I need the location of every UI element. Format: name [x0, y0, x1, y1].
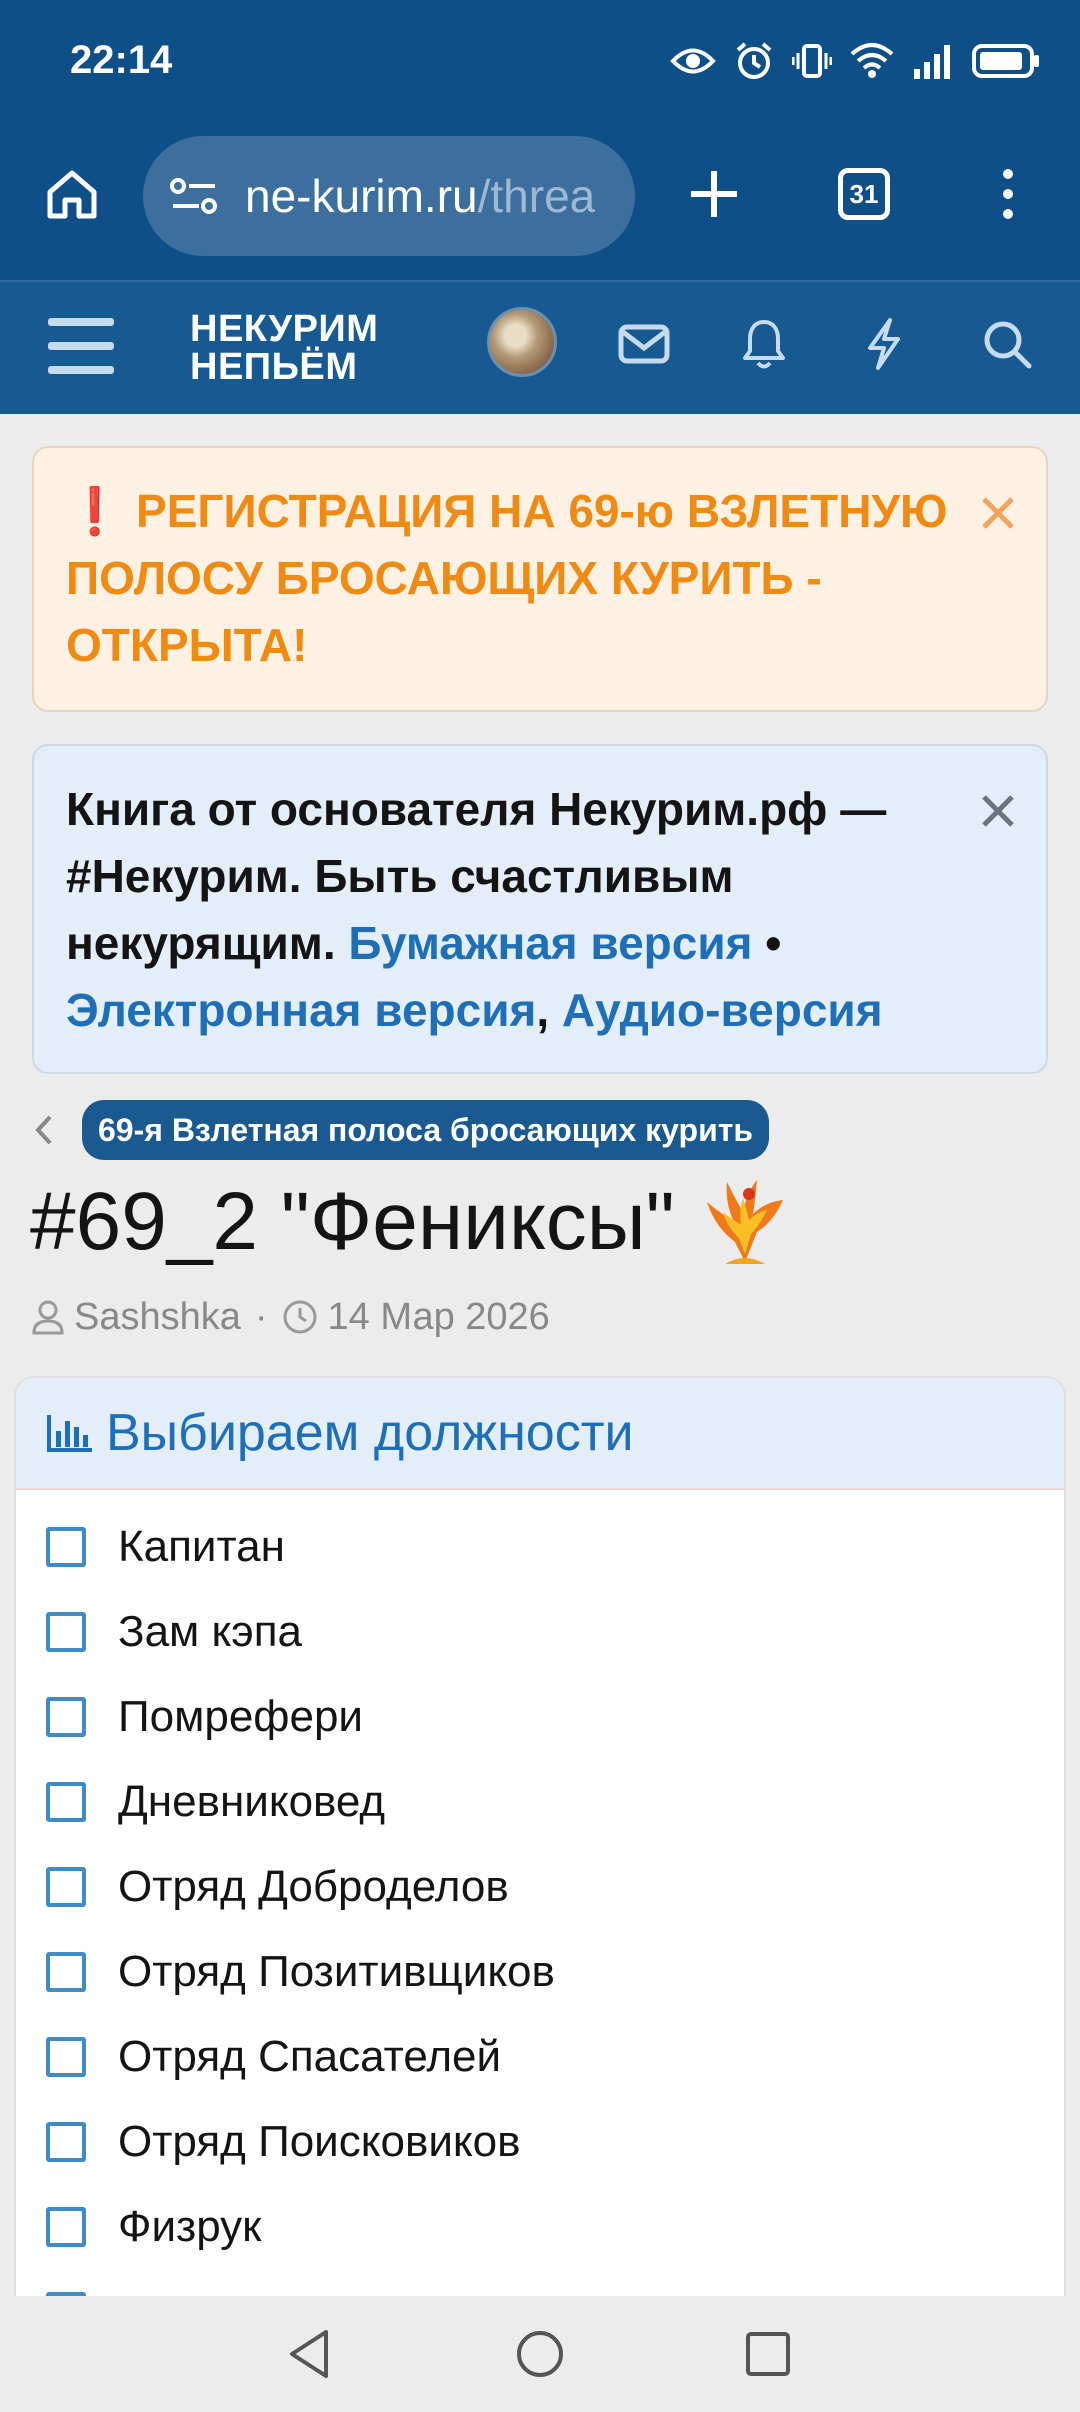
- poll-option-label: Отряд Поисковиков: [118, 2116, 521, 2166]
- wifi-icon: [850, 43, 894, 78]
- tab-count: 31: [838, 168, 890, 220]
- logo-line-1: НЕКУРИМ: [190, 308, 379, 350]
- recents-icon[interactable]: [738, 2324, 798, 2384]
- more-icon[interactable]: [978, 164, 1038, 224]
- clock-icon: [283, 1300, 317, 1334]
- poll-option[interactable]: Дневниковед: [16, 1759, 1064, 1844]
- bar-chart-icon: [47, 1415, 92, 1452]
- book-notice: Книга от основателя Некурим.рф — #Некури…: [32, 744, 1048, 1074]
- thread-meta: Sashshka · 14 Мар 2026: [32, 1290, 550, 1344]
- status-icons: [670, 36, 1040, 86]
- close-icon[interactable]: [978, 782, 1018, 827]
- back-icon[interactable]: [280, 2324, 340, 2384]
- registration-notice: ❗ РЕГИСТРАЦИЯ НА 69-ю ВЗЛЕТНУЮ ПОЛОСУ БР…: [32, 446, 1048, 712]
- author-link[interactable]: Sashshka: [74, 1296, 241, 1339]
- bell-icon[interactable]: [732, 312, 796, 376]
- user-icon: [32, 1300, 64, 1335]
- registration-notice-text: РЕГИСТРАЦИЯ НА 69-ю ВЗЛЕТНУЮ ПОЛОСУ БРОС…: [66, 485, 948, 671]
- poll-option[interactable]: Отряд Позитивщиков: [16, 1929, 1064, 2014]
- poll-options: Капитан Зам кэпа Помрефери Дневниковед О…: [16, 1490, 1064, 2354]
- system-nav-bar: [0, 2296, 1080, 2412]
- exclamation-icon: ❗: [66, 485, 124, 537]
- poll-option[interactable]: Капитан: [16, 1504, 1064, 1589]
- poll-option-label: Физрук: [118, 2201, 262, 2251]
- ebook-version-link[interactable]: Электронная версия: [66, 984, 536, 1036]
- checkbox[interactable]: [46, 1866, 86, 1907]
- checkbox[interactable]: [46, 1781, 86, 1822]
- thread-title-text: #69_2 "Фениксы": [30, 1176, 675, 1267]
- phoenix-icon: [706, 1180, 783, 1264]
- chevron-left-icon[interactable]: [32, 1113, 72, 1147]
- thread-date[interactable]: 14 Мар 2026: [328, 1296, 550, 1339]
- poll-option-label: Отряд Позитивщиков: [118, 1946, 555, 1996]
- poll-block: Выбираем должности Капитан Зам кэпа Помр…: [14, 1376, 1066, 2412]
- separator: •: [752, 917, 782, 969]
- page-title: #69_2 "Фениксы": [30, 1172, 795, 1272]
- home-icon[interactable]: [42, 164, 102, 224]
- url-text: ne-kurim.ru/threa: [245, 169, 595, 223]
- site-header: НЕКУРИМ НЕПЬЁМ: [0, 282, 1080, 414]
- poll-option-label: Дневниковед: [118, 1776, 386, 1826]
- checkbox[interactable]: [46, 1696, 86, 1737]
- checkbox[interactable]: [46, 2036, 86, 2077]
- checkbox[interactable]: [46, 1611, 86, 1652]
- url-domain: ne-kurim.ru: [245, 170, 478, 222]
- poll-header: Выбираем должности: [16, 1378, 1064, 1490]
- menu-icon[interactable]: [48, 318, 114, 374]
- poll-title: Выбираем должности: [106, 1404, 634, 1462]
- checkbox[interactable]: [46, 2206, 86, 2247]
- poll-option-label: Капитан: [118, 1521, 285, 1571]
- search-icon[interactable]: [975, 312, 1039, 376]
- tab-switcher-button[interactable]: 31: [834, 164, 894, 224]
- browser-toolbar: ne-kurim.ru/threa 31: [0, 120, 1080, 280]
- avatar[interactable]: [487, 307, 557, 377]
- breadcrumb: 69-я Взлетная полоса бросающих курить: [32, 1100, 770, 1160]
- logo-line-2: НЕПЬЁМ: [190, 346, 358, 388]
- poll-option-label: Отряд Доброделов: [118, 1861, 509, 1911]
- new-tab-icon[interactable]: [684, 164, 744, 224]
- url-path: /threa: [477, 170, 596, 222]
- lightning-icon[interactable]: [852, 312, 916, 376]
- breadcrumb-forum-link[interactable]: 69-я Взлетная полоса бросающих курить: [82, 1100, 770, 1160]
- checkbox[interactable]: [46, 1526, 86, 1567]
- poll-option-label: Зам кэпа: [118, 1606, 303, 1656]
- close-icon[interactable]: [978, 484, 1018, 529]
- separator: ,: [536, 984, 562, 1036]
- poll-option[interactable]: Отряд Поисковиков: [16, 2099, 1064, 2184]
- poll-option[interactable]: Отряд Спасателей: [16, 2014, 1064, 2099]
- poll-option[interactable]: Помрефери: [16, 1674, 1064, 1759]
- vibrate-icon: [792, 44, 832, 78]
- poll-option[interactable]: Зам кэпа: [16, 1589, 1064, 1674]
- home-nav-icon[interactable]: [510, 2324, 570, 2384]
- site-info-icon[interactable]: [169, 168, 225, 224]
- poll-option-label: Помрефери: [118, 1691, 364, 1741]
- paper-version-link[interactable]: Бумажная версия: [348, 917, 752, 969]
- eye-icon: [670, 48, 716, 74]
- url-bar[interactable]: ne-kurim.ru/threa: [143, 136, 635, 256]
- checkbox[interactable]: [46, 1951, 86, 1992]
- alarm-icon: [736, 42, 772, 79]
- audio-version-link[interactable]: Аудио-версия: [562, 984, 883, 1036]
- meta-separator: ·: [254, 1295, 268, 1338]
- mail-icon[interactable]: [612, 312, 676, 376]
- signal-icon: [914, 45, 950, 79]
- site-logo[interactable]: НЕКУРИМ НЕПЬЁМ: [190, 310, 378, 386]
- status-bar: 22:14: [0, 0, 1080, 120]
- battery-icon: [972, 44, 1039, 78]
- status-time: 22:14: [70, 38, 173, 82]
- poll-option-label: Отряд Спасателей: [118, 2031, 502, 2081]
- checkbox[interactable]: [46, 2121, 86, 2162]
- poll-option[interactable]: Физрук: [16, 2184, 1064, 2269]
- poll-option[interactable]: Отряд Доброделов: [16, 1844, 1064, 1929]
